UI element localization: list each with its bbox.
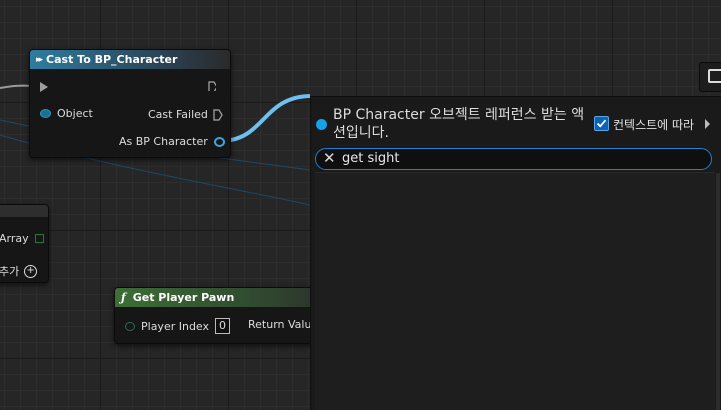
- checkmark-icon: [596, 119, 607, 128]
- get-player-pawn-title: Get Player Pawn: [132, 291, 235, 304]
- context-sensitive-checkbox[interactable]: [594, 116, 609, 131]
- context-sensitive-label[interactable]: 컨텍스트에 따라: [613, 116, 694, 133]
- object-pin-row: Object: [40, 107, 93, 120]
- add-pin-label: 추가: [0, 265, 20, 278]
- object-input-pin[interactable]: [40, 109, 51, 118]
- cast-node-header[interactable]: ▸▸ Cast To BP_Character: [30, 50, 230, 69]
- add-pin-icon[interactable]: +: [24, 264, 38, 278]
- as-character-label: As BP Character: [119, 135, 208, 148]
- cast-failed-row: Cast Failed: [148, 108, 223, 121]
- object-type-dot-icon: [316, 119, 327, 130]
- action-results-list[interactable]: [315, 172, 715, 410]
- clear-search-icon[interactable]: ✕: [323, 150, 336, 167]
- cast-failed-exec-pin[interactable]: [213, 108, 223, 121]
- context-action-menu[interactable]: BP Character 오브젝트 레퍼런스 받는 액션입니다. 컨텍스트에 따…: [310, 96, 721, 410]
- object-wire: [219, 94, 311, 143]
- return-value-label: Return Value: [248, 318, 319, 331]
- player-index-label: Player Index: [141, 319, 210, 333]
- function-icon: ƒ: [121, 291, 126, 304]
- player-index-input[interactable]: 0: [215, 318, 231, 334]
- array-node-header[interactable]: [0, 205, 48, 217]
- right-node-icon: [708, 69, 721, 83]
- right-node[interactable]: [699, 62, 721, 92]
- search-input-value[interactable]: get sight: [342, 151, 399, 167]
- as-character-row: As BP Character: [119, 135, 225, 148]
- array-pin[interactable]: [34, 234, 44, 243]
- array-pin-label: Array: [0, 232, 29, 245]
- object-pin-label: Object: [57, 107, 93, 120]
- blueprint-graph[interactable]: ▸▸ Cast To BP_Character Object Cast Fail…: [0, 0, 721, 410]
- exec-out-pin[interactable]: [208, 81, 216, 91]
- exec-wire: [0, 84, 33, 89]
- as-character-output-pin[interactable]: [213, 136, 225, 147]
- expand-arrow-icon[interactable]: [705, 119, 710, 129]
- search-input[interactable]: ✕ get sight: [315, 148, 712, 170]
- action-menu-title: BP Character 오브젝트 레퍼런스 받는 액션입니다.: [333, 107, 585, 141]
- cast-icon: ▸▸: [36, 54, 43, 65]
- cast-failed-label: Cast Failed: [148, 108, 208, 121]
- exec-in-pin[interactable]: [40, 82, 48, 92]
- results-scrollbar[interactable]: [716, 173, 720, 410]
- array-node[interactable]: Array 추가 +: [0, 204, 49, 283]
- player-index-pin[interactable]: [125, 321, 135, 331]
- cast-node-title: Cast To BP_Character: [46, 53, 178, 66]
- cast-node[interactable]: ▸▸ Cast To BP_Character Object Cast Fail…: [29, 49, 231, 158]
